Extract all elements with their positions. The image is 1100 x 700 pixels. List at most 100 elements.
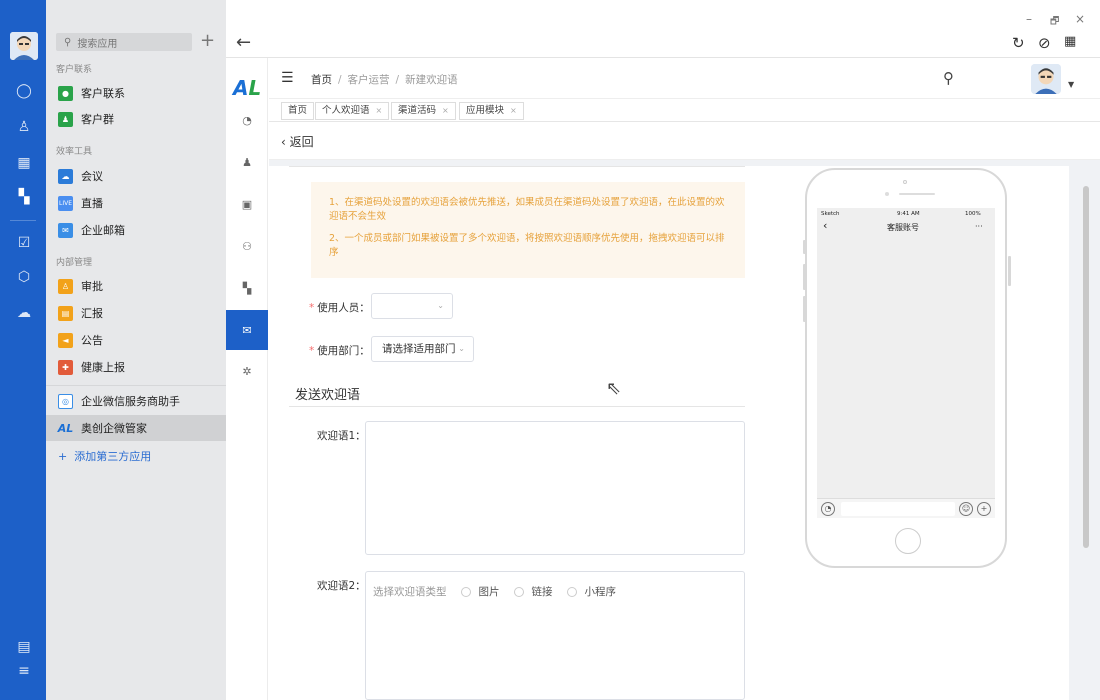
app-item-live[interactable]: LIVE 直播 xyxy=(46,190,226,216)
breadcrumb: 首页 / 客户运营 / 新建欢迎语 xyxy=(311,72,458,87)
menu-icon[interactable]: ≡ xyxy=(15,662,33,680)
app-item-mail[interactable]: ✉ 企业邮箱 xyxy=(46,217,226,243)
tag-label: 应用模块 xyxy=(466,105,505,116)
document-icon[interactable]: ☑ xyxy=(15,234,33,252)
app-item-approval[interactable]: ♙ 审批 xyxy=(46,273,226,299)
plus-icon: + xyxy=(58,450,68,463)
close-icon[interactable]: × xyxy=(510,106,517,115)
org-icon[interactable]: ⚇ xyxy=(226,236,268,256)
app-item-label: 会议 xyxy=(81,170,103,183)
app-item-announcement[interactable]: ◄ 公告 xyxy=(46,327,226,353)
voice-icon: ◔ xyxy=(821,502,835,516)
radio-circle xyxy=(566,586,577,597)
phone-camera xyxy=(903,180,907,184)
user-select[interactable]: ⌄ xyxy=(371,293,453,319)
back-bar: ‹ 返回 xyxy=(269,122,1100,160)
back-label: 返回 xyxy=(289,135,314,149)
user-avatar[interactable] xyxy=(1031,64,1061,94)
main-area: ☰ 首页 / 客户运营 / 新建欢迎语 ⚲ ▼ 首页 个人欢迎语 × 渠道活码 × 应用模块… xyxy=(269,58,1100,700)
emoji-icon: ☺ xyxy=(959,502,973,516)
app-item-label: 公告 xyxy=(81,334,103,347)
app-item-label: 客户群 xyxy=(81,113,114,126)
caret-down-icon[interactable]: ▼ xyxy=(1068,80,1074,89)
breadcrumb-customer-ops[interactable]: 客户运营 xyxy=(348,74,390,86)
workbench-icon[interactable]: ▚ xyxy=(15,188,33,206)
calendar-icon[interactable]: ▦ xyxy=(15,154,33,172)
dashboard-icon[interactable]: ◔ xyxy=(226,110,268,130)
dept-select-value: 请选择适用部门 xyxy=(382,343,456,355)
dept-select[interactable]: 请选择适用部门 ⌄ xyxy=(371,336,474,362)
app-item-customer-group[interactable]: ♟ 客户群 xyxy=(46,106,226,132)
greeting1-label: 欢迎语1： xyxy=(317,430,366,442)
scrollbar[interactable] xyxy=(1083,186,1089,548)
close-button[interactable]: × xyxy=(1075,12,1085,26)
back-button[interactable]: ‹ 返回 xyxy=(281,133,314,150)
welcome-icon[interactable]: ✉ xyxy=(226,310,268,350)
qrcode-icon[interactable]: ▦ xyxy=(1064,34,1076,49)
tags-bar: 首页 个人欢迎语 × 渠道活码 × 应用模块 × xyxy=(269,98,1100,122)
notes-icon[interactable]: ▤ xyxy=(15,638,33,656)
app-item-meeting[interactable]: ☁ 会议 xyxy=(46,163,226,189)
app-item-label: 直播 xyxy=(81,197,103,210)
close-icon[interactable]: × xyxy=(376,106,383,115)
app-item-label: 企业邮箱 xyxy=(81,224,125,237)
phone-side-button xyxy=(803,264,806,290)
tag-personal-welcome[interactable]: 个人欢迎语 × xyxy=(315,102,390,120)
divider xyxy=(289,166,745,167)
radio-miniprogram[interactable]: 小程序 xyxy=(566,584,616,599)
customer-icon[interactable]: ♟ xyxy=(226,152,268,172)
contacts-icon[interactable]: ♙ xyxy=(15,118,33,136)
box-icon[interactable]: ▣ xyxy=(226,194,268,214)
radio-label: 链接 xyxy=(531,586,553,598)
chat-icon: ● xyxy=(58,85,73,101)
settings-icon[interactable]: ✲ xyxy=(226,361,268,381)
add-third-party-label: 添加第三方应用 xyxy=(74,450,152,463)
back-arrow-icon[interactable]: ← xyxy=(236,32,251,53)
cloud-icon[interactable]: ☁ xyxy=(15,304,33,322)
radio-image[interactable]: 图片 xyxy=(460,584,500,599)
app-item-aochuang[interactable]: AL 奥创企微管家 xyxy=(46,415,226,441)
user-label: * 使用人员： xyxy=(309,300,370,315)
app-window: ◯ ♙ ▦ ▚ ☑ ⬡ ☁ ▤ ≡ ⚲ 搜索应用 + 客户联系 ● 客户联系 ♟… xyxy=(0,0,1100,700)
app-item-label: 汇报 xyxy=(81,307,103,320)
phone-input-bar: ◔ ☺ + xyxy=(817,498,995,518)
assistant-icon: ◎ xyxy=(58,393,73,409)
avatar[interactable] xyxy=(10,32,38,60)
phone-speaker xyxy=(899,193,935,195)
search-icon: ⚲ xyxy=(64,36,72,48)
main-rail: ◯ ♙ ▦ ▚ ☑ ⬡ ☁ ▤ ≡ xyxy=(0,0,46,700)
aochuang-logo-icon: AL xyxy=(57,421,74,435)
app-item-service-assistant[interactable]: ◎ 企业微信服务商助手 xyxy=(46,388,226,414)
app-item-health[interactable]: ✚ 健康上报 xyxy=(46,354,226,380)
phone-navbar: ‹ 客服账号 ··· xyxy=(817,219,995,236)
tag-home[interactable]: 首页 xyxy=(281,102,315,120)
app-item-customer-contact[interactable]: ● 客户联系 xyxy=(46,80,226,106)
compass-icon[interactable]: ⊘ xyxy=(1038,34,1051,52)
hexagon-icon[interactable]: ⬡ xyxy=(15,268,33,286)
user-label-text: 使用人员： xyxy=(317,302,370,314)
health-icon: ✚ xyxy=(58,359,73,375)
menu-toggle-icon[interactable]: ☰ xyxy=(281,70,294,86)
chevron-left-icon: ‹ xyxy=(281,135,286,149)
add-third-party-app-link[interactable]: + 添加第三方应用 xyxy=(58,448,151,464)
close-icon[interactable]: × xyxy=(442,106,449,115)
search-input[interactable]: ⚲ 搜索应用 xyxy=(56,33,192,51)
notice-line-2: 2、一个成员或部门如果被设置了多个欢迎语，将按照欢迎语顺序优先使用，拖拽欢迎语可… xyxy=(329,233,725,258)
tag-app-modules[interactable]: 应用模块 × xyxy=(459,102,524,120)
restore-button[interactable]: 🗗 xyxy=(1050,14,1059,31)
search-icon[interactable]: ⚲ xyxy=(943,69,954,87)
app-item-report[interactable]: ▤ 汇报 xyxy=(46,300,226,326)
add-icon[interactable]: + xyxy=(200,30,215,51)
app-nav-column: AL ◔ ♟ ▣ ⚇ ▚ ✉ ✲ xyxy=(226,58,268,700)
message-icon[interactable]: ◯ xyxy=(15,82,33,100)
modules-icon[interactable]: ▚ xyxy=(226,278,268,298)
app-logo-icon: AL xyxy=(233,76,262,100)
app-item-label: 审批 xyxy=(81,280,103,293)
minimize-button[interactable]: – xyxy=(1026,12,1032,26)
refresh-icon[interactable]: ↻ xyxy=(1012,34,1025,52)
tag-channel-code[interactable]: 渠道活码 × xyxy=(391,102,456,120)
radio-label: 图片 xyxy=(478,586,500,598)
radio-link[interactable]: 链接 xyxy=(513,584,553,599)
greeting1-textarea[interactable] xyxy=(365,421,745,555)
breadcrumb-home[interactable]: 首页 xyxy=(311,74,332,86)
